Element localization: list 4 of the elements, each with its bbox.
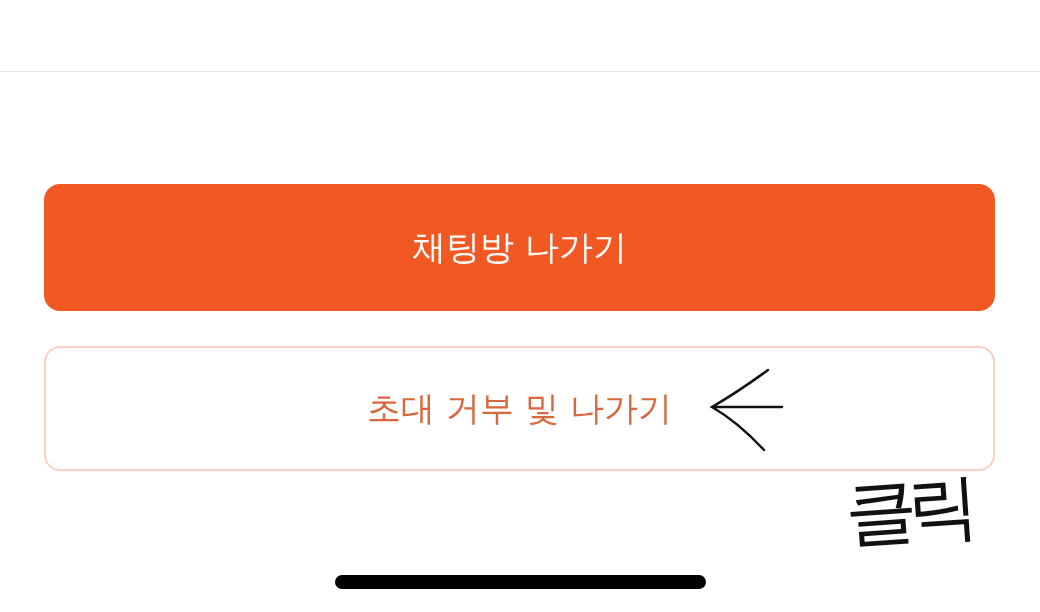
decline-leave-button[interactable]: 초대 거부 및 나가기 bbox=[44, 346, 995, 471]
handwritten-note: 클릭 bbox=[842, 469, 972, 551]
home-indicator[interactable] bbox=[335, 575, 706, 589]
leave-chat-button[interactable]: 채팅방 나가기 bbox=[44, 184, 995, 311]
